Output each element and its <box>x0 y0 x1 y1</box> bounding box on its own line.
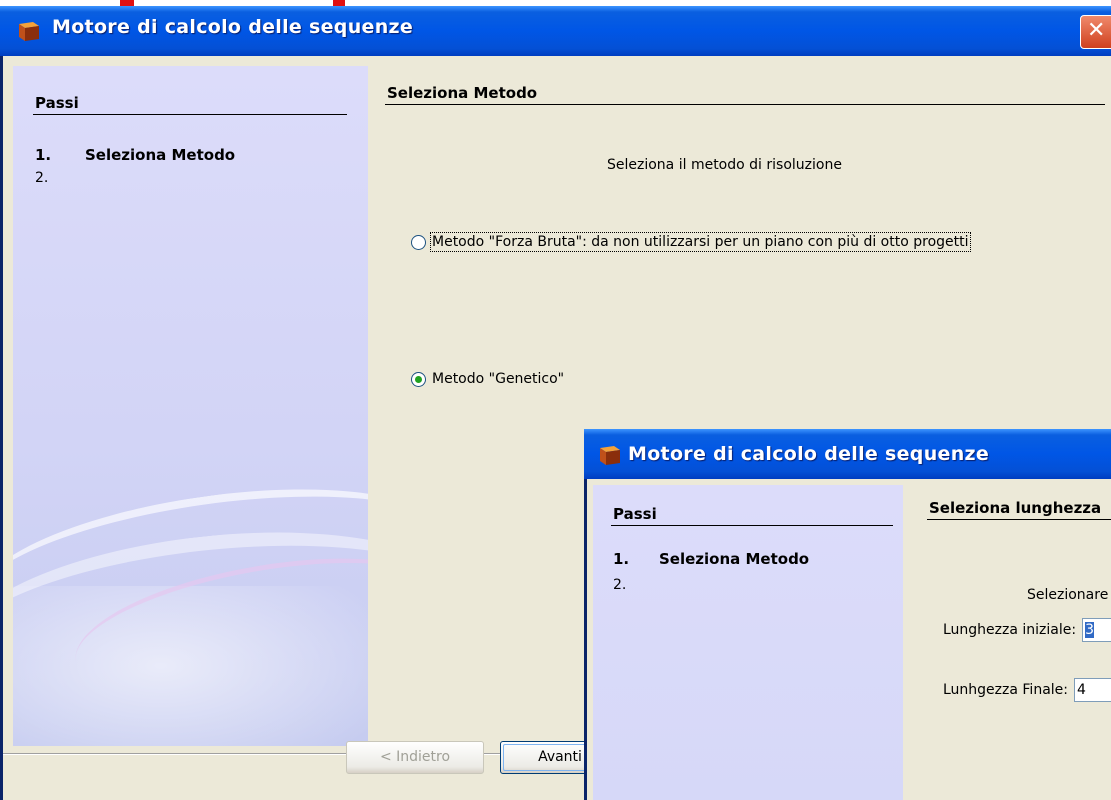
instruction-text: Seleziona il metodo di risoluzione <box>607 157 842 173</box>
input-value: 3 <box>1085 622 1095 638</box>
window-title: Motore di calcolo delle sequenze <box>52 16 414 38</box>
final-length-field: Lunhgezza Finale: 4 <box>943 678 1111 702</box>
step-item: 1. Seleziona Metodo <box>35 146 235 164</box>
step-item: 1. Seleziona Metodo <box>613 550 809 568</box>
step-number: 2. <box>35 170 49 186</box>
instruction-text: Selezionare <box>1027 587 1109 603</box>
step-item: 2. <box>35 170 85 186</box>
section-divider <box>927 519 1111 520</box>
section-title: Seleziona lunghezza <box>929 499 1102 517</box>
field-label: Lunhgezza Finale: <box>943 682 1068 698</box>
initial-length-field: Lunghezza iniziale: 3 <box>943 618 1111 642</box>
title-bar[interactable]: Motore di calcolo delle sequenze <box>584 429 1111 479</box>
input-value: 4 <box>1077 682 1086 698</box>
step-number: 1. <box>35 146 52 164</box>
back-button[interactable]: < Indietro <box>346 741 484 774</box>
radio-brute-force[interactable]: Metodo "Forza Bruta": da non utilizzarsi… <box>411 232 971 252</box>
title-bar[interactable]: Motore di calcolo delle sequenze ✕ <box>0 6 1111 56</box>
close-icon: ✕ <box>1087 18 1106 43</box>
initial-length-input[interactable]: 3 <box>1082 618 1111 642</box>
wizard-body: Passi 1. Seleziona Metodo 2. Seleziona lu… <box>587 479 1111 800</box>
section-title: Seleziona Metodo <box>387 84 538 102</box>
steps-panel: Passi 1. Seleziona Metodo 2. <box>13 66 368 746</box>
field-label: Lunghezza iniziale: <box>943 622 1077 638</box>
radio-button[interactable] <box>411 234 426 250</box>
app-icon <box>600 446 620 465</box>
radio-button[interactable] <box>411 371 426 387</box>
content-clip: Passi 1. Seleziona Metodo 2. Seleziona lu… <box>587 479 1111 800</box>
second-window: Motore di calcolo delle sequenze Passi 1… <box>584 429 1111 800</box>
final-length-input[interactable]: 4 <box>1074 678 1111 702</box>
radio-label[interactable]: Metodo "Genetico" <box>432 371 564 387</box>
step-number: 2. <box>613 577 627 593</box>
step-label: Seleziona Metodo <box>85 146 236 164</box>
app-icon <box>19 22 39 41</box>
steps-divider <box>611 525 893 526</box>
steps-panel: Passi 1. Seleziona Metodo 2. <box>593 485 903 800</box>
window-title: Motore di calcolo delle sequenze <box>628 443 990 465</box>
steps-heading: Passi <box>35 94 79 112</box>
step-item: 2. <box>613 577 659 593</box>
step-number: 1. <box>613 550 630 568</box>
radio-label[interactable]: Metodo "Forza Bruta": da non utilizzarsi… <box>430 232 971 252</box>
step-label: Seleziona Metodo <box>659 550 810 568</box>
section-divider <box>385 104 1105 105</box>
radio-genetic[interactable]: Metodo "Genetico" <box>411 371 564 387</box>
steps-divider <box>33 114 347 115</box>
steps-heading: Passi <box>613 505 657 523</box>
close-button[interactable]: ✕ <box>1080 15 1111 49</box>
